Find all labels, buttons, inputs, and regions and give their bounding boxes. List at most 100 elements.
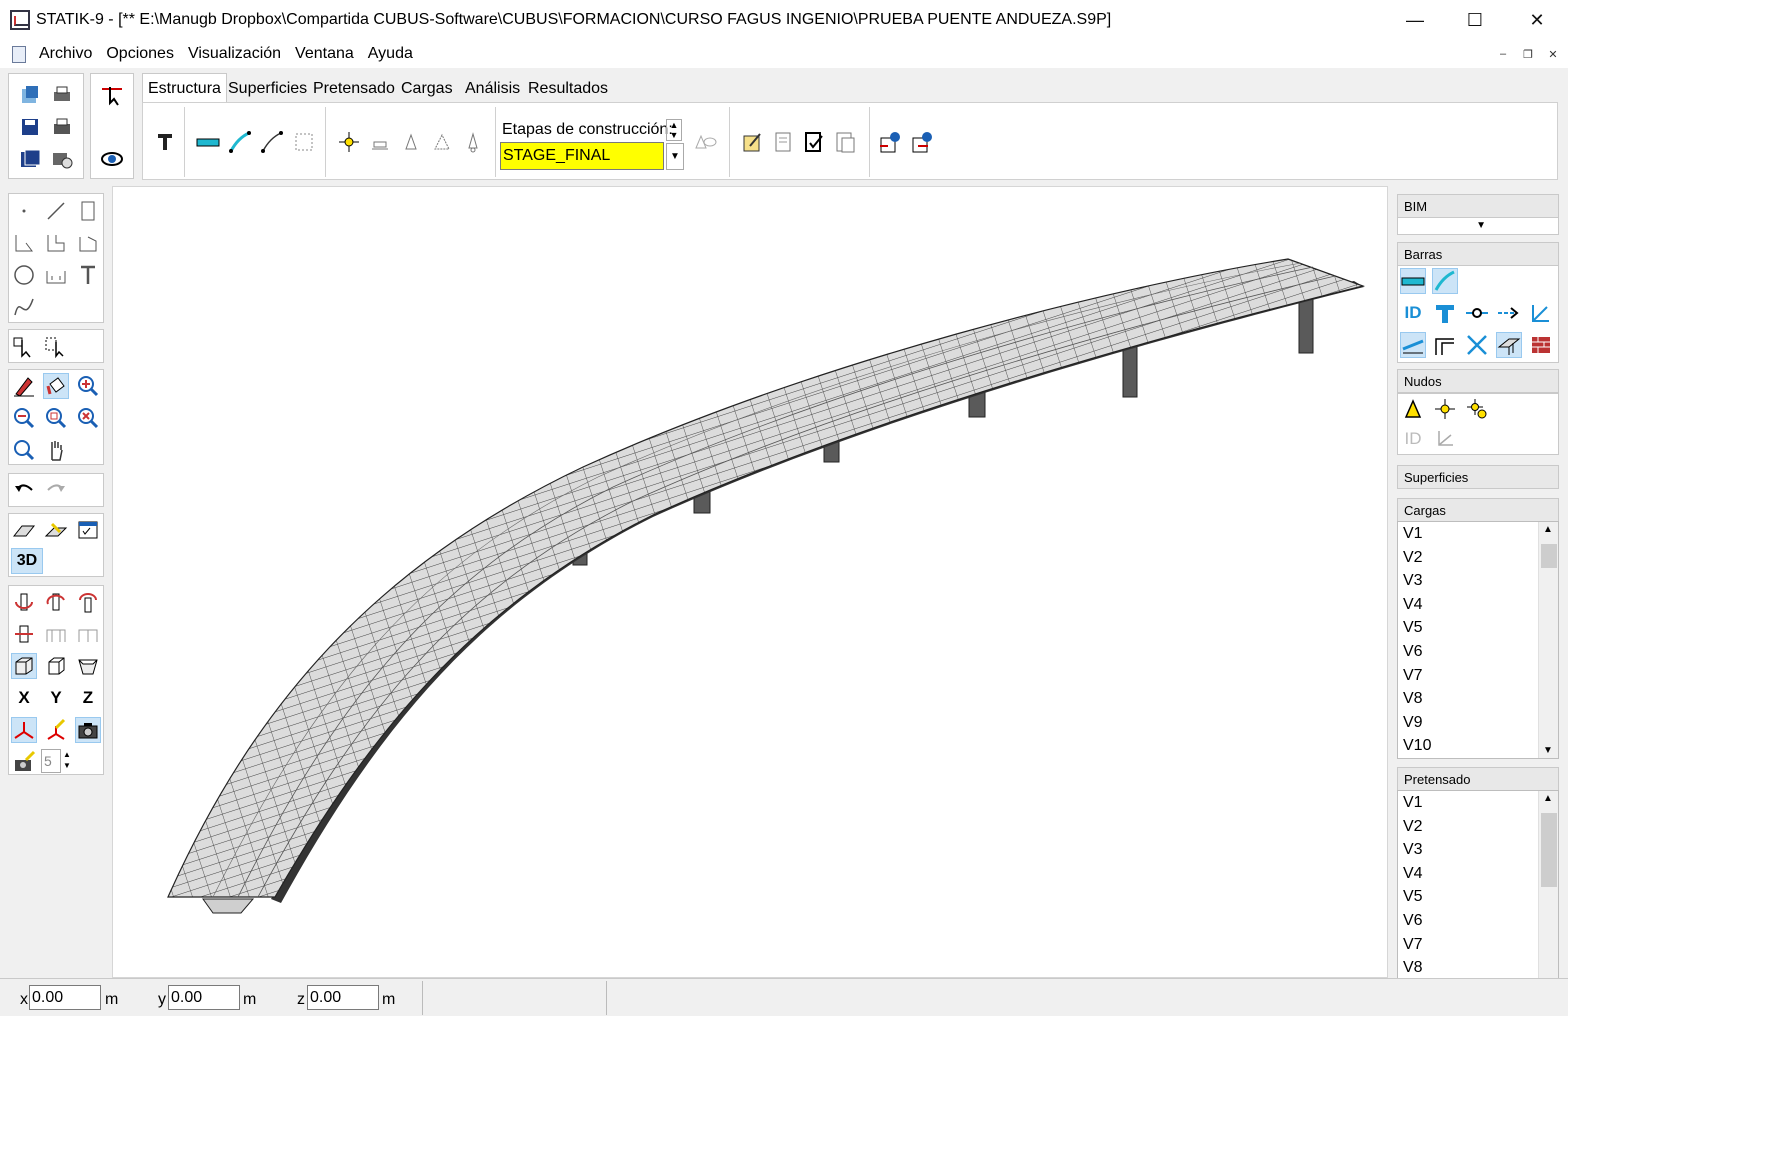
print-preview-icon[interactable] [49,114,75,140]
beam-icon[interactable] [195,129,221,155]
x-coord-input[interactable]: 0.00 [29,985,101,1010]
rotate-y-icon[interactable] [43,589,69,615]
document-copy-icon[interactable] [832,129,858,155]
menu-archivo[interactable]: Archivo [38,45,93,63]
import-icon[interactable] [877,129,903,155]
plane-view-icon[interactable] [11,517,37,543]
pretensado-item[interactable]: V5 [1398,885,1558,909]
section-persp-icon[interactable] [75,621,101,647]
pretensado-item[interactable]: V1 [1398,791,1558,815]
support-3d-icon[interactable] [429,129,455,155]
node-axes-icon[interactable] [1432,426,1458,452]
dimension-icon[interactable] [43,262,69,288]
pretensado-item[interactable]: V2 [1398,815,1558,839]
bar-polyline-icon[interactable] [259,129,285,155]
support-spring-icon[interactable] [460,129,486,155]
document-list-icon[interactable] [770,129,796,155]
camera-count-field[interactable]: 5 [41,749,61,773]
y-coord-input[interactable]: 0.00 [168,985,240,1010]
mdi-close-button[interactable]: ✕ [1542,43,1564,65]
pretensado-list[interactable]: V1 V2 V3 V4 V5 V6 V7 V8 ▲ [1397,790,1559,980]
stage-spinner[interactable]: ▲ ▼ [666,119,682,141]
axes-icon[interactable] [11,717,37,743]
camera-icon[interactable] [75,717,101,743]
bar-eccentric-icon[interactable] [1400,332,1426,358]
select-element-icon[interactable] [11,333,37,359]
pretensado-item[interactable]: V6 [1398,909,1558,933]
menu-ayuda[interactable]: Ayuda [367,45,414,63]
pretensado-item[interactable]: V3 [1398,838,1558,862]
bar-delete-icon[interactable] [1464,332,1490,358]
z-coord-input[interactable]: 0.00 [307,985,379,1010]
cargas-item[interactable]: V7 [1398,664,1558,688]
mdi-restore-button[interactable]: ❐ [1517,43,1539,65]
node-id-icon[interactable]: ID [1400,426,1426,452]
select-arrow-icon[interactable] [99,82,125,108]
pretensado-scroll-thumb[interactable] [1541,813,1557,887]
zoom-all-icon[interactable] [11,437,37,463]
tab-resultados[interactable]: Resultados [523,76,613,102]
edit-document-icon[interactable] [739,129,765,155]
tab-cargas[interactable]: Cargas [396,76,458,102]
cargas-list[interactable]: V1 V2 V3 V4 V5 V6 V7 V8 V9 V10 ▲ ▼ [1397,521,1559,759]
pretensado-item[interactable]: V4 [1398,862,1558,886]
cargas-item[interactable]: V10 [1398,734,1558,758]
pretensado-item[interactable]: V7 [1398,933,1558,957]
cargas-scroll-thumb[interactable] [1541,544,1557,568]
line-icon[interactable] [43,198,69,224]
rotate-x-icon[interactable] [11,589,37,615]
bar-slab-icon[interactable] [1496,332,1522,358]
stage-selector-field[interactable]: STAGE_FINAL [500,142,664,170]
cargas-item[interactable]: V2 [1398,546,1558,570]
bar-axes-icon[interactable] [1528,300,1554,326]
undo-icon[interactable] [11,477,37,503]
cargas-item[interactable]: V6 [1398,640,1558,664]
scroll-down-icon[interactable]: ▼ [1543,745,1553,756]
export-model-icon[interactable] [909,129,935,155]
text-icon[interactable] [75,262,101,288]
tab-superficies[interactable]: Superficies [223,76,312,102]
view-y-button[interactable]: Y [43,685,69,711]
bar-grid-icon[interactable] [291,129,317,155]
axes-edit-icon[interactable] [43,717,69,743]
view-z-button[interactable]: Z [75,685,101,711]
new-model-icon[interactable] [17,82,43,108]
point-icon[interactable] [11,198,37,224]
minimize-button[interactable]: — [1384,0,1446,40]
bar-material-icon[interactable] [1528,332,1554,358]
select-area-icon[interactable] [43,333,69,359]
eye-icon[interactable] [99,146,125,172]
view-x-button[interactable]: X [11,685,37,711]
cargas-item[interactable]: V1 [1398,522,1558,546]
menu-visualizacion[interactable]: Visualización [187,45,282,63]
cargas-item[interactable]: V3 [1398,569,1558,593]
3d-mode-button[interactable]: 3D [11,548,43,574]
redo-icon[interactable] [43,477,69,503]
polygon-icon[interactable] [11,230,37,256]
menu-opciones[interactable]: Opciones [105,45,175,63]
paint-bucket-icon[interactable] [43,373,69,399]
circle-icon[interactable] [11,262,37,288]
camera-edit-icon[interactable] [11,749,37,775]
curved-bar-icon[interactable] [227,129,253,155]
support-pin-icon[interactable] [398,129,424,155]
save-as-icon[interactable] [17,146,43,172]
bar-release-icon[interactable] [1496,300,1522,326]
barras-curved-icon[interactable] [1432,268,1458,294]
iso-view-icon[interactable] [11,653,37,679]
zoom-in-icon[interactable] [75,373,101,399]
tab-pretensado[interactable]: Pretensado [308,76,400,102]
scroll-up-icon[interactable]: ▲ [1543,793,1553,804]
plane-edit-icon[interactable] [43,517,69,543]
box-view-icon[interactable] [43,653,69,679]
rotate-free-icon[interactable] [11,621,37,647]
stage-dropdown-button[interactable]: ▼ [666,143,684,170]
cargas-scrollbar[interactable]: ▲ ▼ [1538,522,1558,758]
cargas-item[interactable]: V5 [1398,616,1558,640]
scroll-up-icon[interactable]: ▲ [1543,524,1553,535]
close-button[interactable]: ✕ [1506,0,1568,40]
bar-section-icon[interactable] [1432,300,1458,326]
zoom-out-icon[interactable] [11,405,37,431]
tab-analisis[interactable]: Análisis [460,76,525,102]
menu-ventana[interactable]: Ventana [294,45,355,63]
